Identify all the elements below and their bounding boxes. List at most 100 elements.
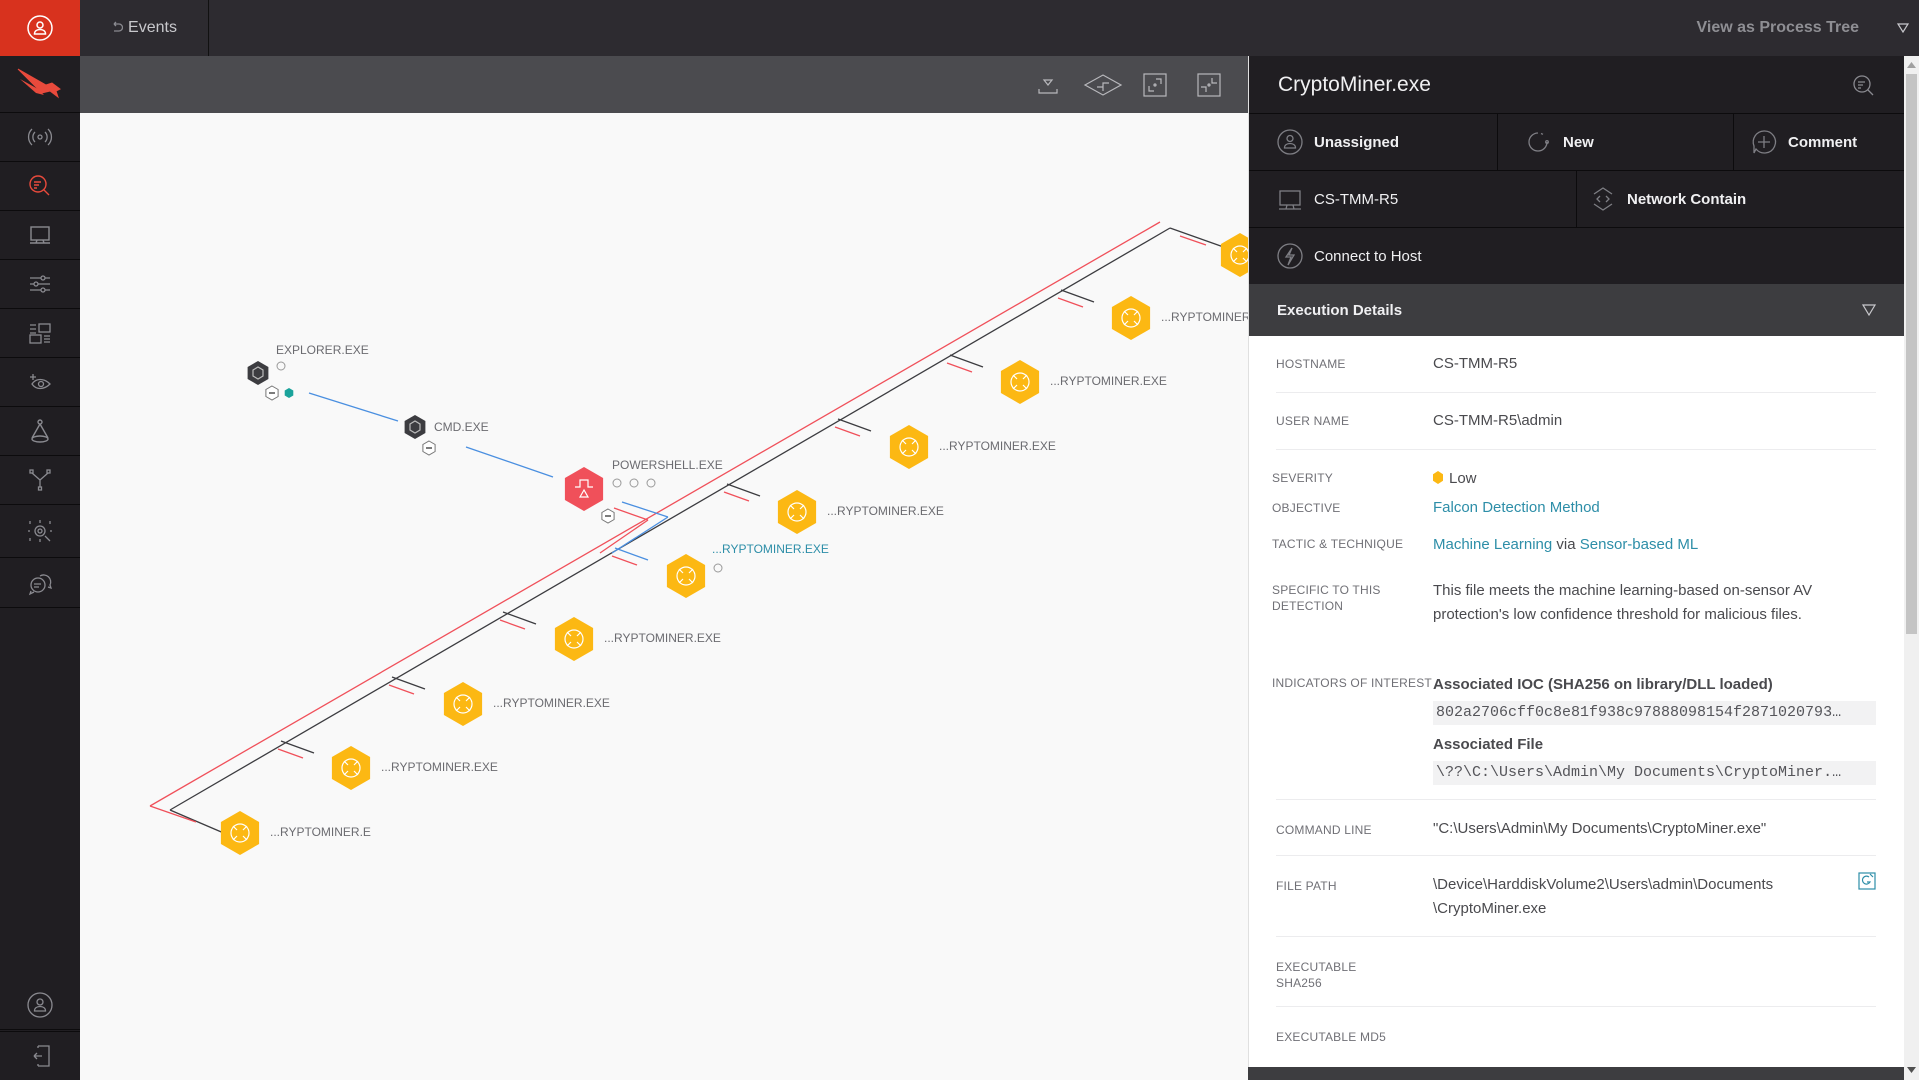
technique-link[interactable]: Sensor-based ML [1580, 536, 1698, 553]
falcon-logo[interactable] [0, 56, 80, 113]
download-icon [1038, 79, 1058, 94]
sidebar-item-hosts[interactable] [0, 211, 80, 260]
process-node-label[interactable]: EXPLORER.EXE [276, 343, 369, 357]
status-button[interactable]: New [1498, 114, 1734, 170]
ioc-hash-value[interactable]: 802a2706cff0c8e81f938c97888098154f287102… [1433, 701, 1876, 725]
sidebar-item-support[interactable] [0, 558, 80, 608]
sidebar-item-spotlight[interactable] [0, 505, 80, 558]
detail-label: COMMAND LINE [1276, 823, 1372, 837]
comment-label: Comment [1788, 133, 1858, 151]
sidebar-item-investigate[interactable] [0, 162, 80, 211]
process-node-label[interactable]: ...RYPTOMINER.EXE [1050, 374, 1167, 388]
expand-button[interactable] [1140, 70, 1170, 100]
layout-button[interactable] [1083, 70, 1123, 100]
associated-file-title: Associated File [1433, 736, 1544, 753]
network-contain-button[interactable]: Network Contain [1577, 171, 1904, 227]
lightning-icon [1277, 243, 1303, 269]
process-node-label[interactable]: ...RYPTOMINER.EXE [1161, 310, 1248, 324]
execution-details-header[interactable]: Execution Details [1249, 284, 1904, 336]
detail-row-specific: SPECIFIC TO THIS DETECTION This file mee… [1272, 576, 1876, 657]
detail-row-severity: SEVERITY Low [1272, 450, 1876, 488]
process-indicator-icon [713, 563, 723, 573]
host-link[interactable]: CS-TMM-R5 [1249, 171, 1577, 227]
process-node-cryptominer[interactable] [331, 746, 371, 790]
sidebar-item-configuration[interactable] [0, 260, 80, 309]
process-edge [621, 501, 669, 518]
process-node-cryptominer[interactable] [1000, 360, 1040, 404]
panel-scrollbar[interactable] [1904, 56, 1919, 1080]
detail-value: Low [1433, 467, 1876, 488]
sidebar-item-discover[interactable] [0, 358, 80, 407]
process-node-label[interactable]: ...RYPTOMINER.E [270, 825, 371, 839]
section-title: Execution Details [1277, 301, 1403, 319]
scroll-down-arrow-icon[interactable] [1907, 1066, 1916, 1074]
comment-button[interactable]: Comment [1734, 114, 1904, 170]
sidebar-item-connections[interactable] [0, 456, 80, 505]
file-path-line-2: \CryptoMiner.exe [1433, 900, 1547, 917]
collapse-button[interactable] [1194, 70, 1224, 100]
action-row: Unassigned New Comment [1249, 113, 1904, 170]
detail-label: EXECUTABLE MD5 [1276, 1030, 1386, 1044]
ioc-title: Associated IOC (SHA256 on library/DLL lo… [1433, 676, 1773, 693]
detail-label: SEVERITY [1272, 471, 1333, 485]
process-node-label[interactable]: ...RYPTOMINER.EXE [493, 696, 610, 710]
expand-child-badge[interactable] [284, 388, 294, 398]
view-mode-dropdown[interactable]: View as Process Tree [1697, 0, 1919, 56]
process-edge [308, 392, 399, 422]
process-node-system[interactable] [404, 415, 426, 439]
network-contain-icon [1593, 187, 1613, 211]
process-node-cryptominer[interactable] [777, 490, 817, 534]
process-node-label[interactable]: ...RYPTOMINER.EXE [712, 542, 829, 556]
process-node-cryptominer[interactable] [1111, 296, 1151, 340]
process-edge [1179, 235, 1207, 246]
undo-arrow-icon [113, 21, 124, 32]
process-node-label[interactable]: ...RYPTOMINER.EXE [939, 439, 1056, 453]
sidebar-item-logout[interactable] [0, 1031, 80, 1080]
sidebar-item-dashboards[interactable] [0, 309, 80, 358]
detection-details-panel: CryptoMiner.exe Unassigned New Comment C… [1248, 56, 1904, 1080]
process-node-cryptominer[interactable] [1220, 233, 1248, 277]
host-label: CS-TMM-R5 [1314, 190, 1399, 208]
process-node-label[interactable]: CMD.EXE [434, 420, 489, 434]
search-investigate-icon[interactable] [1850, 72, 1876, 98]
objective-link[interactable]: Falcon Detection Method [1433, 499, 1600, 516]
process-node-label[interactable]: ...RYPTOMINER.EXE [381, 760, 498, 774]
scroll-thumb[interactable] [1906, 74, 1917, 634]
process-graph-canvas[interactable]: EXPLORER.EXE CMD.EXE POWERSHELL.EXE ...RYPT… [80, 113, 1248, 1080]
process-node-cryptominer[interactable] [666, 554, 706, 598]
copy-link-icon[interactable] [1858, 872, 1876, 890]
sidebar-item-activity[interactable] [0, 113, 80, 162]
connect-to-host-button[interactable]: Connect to Host [1249, 228, 1904, 284]
process-node-label[interactable]: POWERSHELL.EXE [612, 458, 723, 472]
detail-row-tactic: TACTIC & TECHNIQUE Machine Learning via … [1272, 526, 1876, 576]
process-node-label[interactable]: ...RYPTOMINER.EXE [604, 631, 721, 645]
process-edge [149, 221, 1161, 807]
process-node-cryptominer[interactable] [554, 617, 594, 661]
detail-value [1395, 959, 1876, 1007]
detail-label: USER NAME [1276, 414, 1350, 428]
detail-value: "C:\Users\Admin\My Documents\CryptoMiner… [1433, 820, 1767, 837]
back-to-events-button[interactable]: Events [80, 0, 209, 56]
scroll-up-arrow-icon[interactable] [1907, 61, 1916, 69]
assign-button[interactable]: Unassigned [1249, 114, 1498, 170]
process-edge [169, 227, 1171, 811]
sidebar-item-intelligence[interactable] [0, 407, 80, 456]
status-label: New [1563, 133, 1594, 151]
tactic-link[interactable]: Machine Learning [1433, 536, 1552, 553]
sidebar-item-account[interactable] [0, 981, 80, 1030]
execution-details: HOSTNAME CS-TMM-R5 USER NAME CS-TMM-R5\a… [1249, 336, 1904, 1047]
detail-label: INDICATORS OF INTEREST [1272, 676, 1432, 690]
process-node-system[interactable] [247, 361, 269, 385]
process-node-label[interactable]: ...RYPTOMINER.EXE [827, 504, 944, 518]
file-path-line-1: \Device\HarddiskVolume2\Users\admin\Docu… [1433, 876, 1774, 893]
process-node-cryptominer[interactable] [443, 682, 483, 726]
process-indicator-icon [646, 478, 656, 488]
download-button[interactable] [1033, 70, 1063, 100]
process-graph [149, 221, 1248, 855]
user-icon [27, 992, 53, 1018]
process-node-cryptominer[interactable] [889, 425, 929, 469]
associated-file-value[interactable]: \??\C:\Users\Admin\My Documents\CryptoMi… [1433, 761, 1876, 785]
process-node-cryptominer[interactable] [220, 811, 260, 855]
user-profile-button[interactable] [0, 0, 80, 56]
detail-row-objective: OBJECTIVE Falcon Detection Method [1272, 488, 1876, 526]
